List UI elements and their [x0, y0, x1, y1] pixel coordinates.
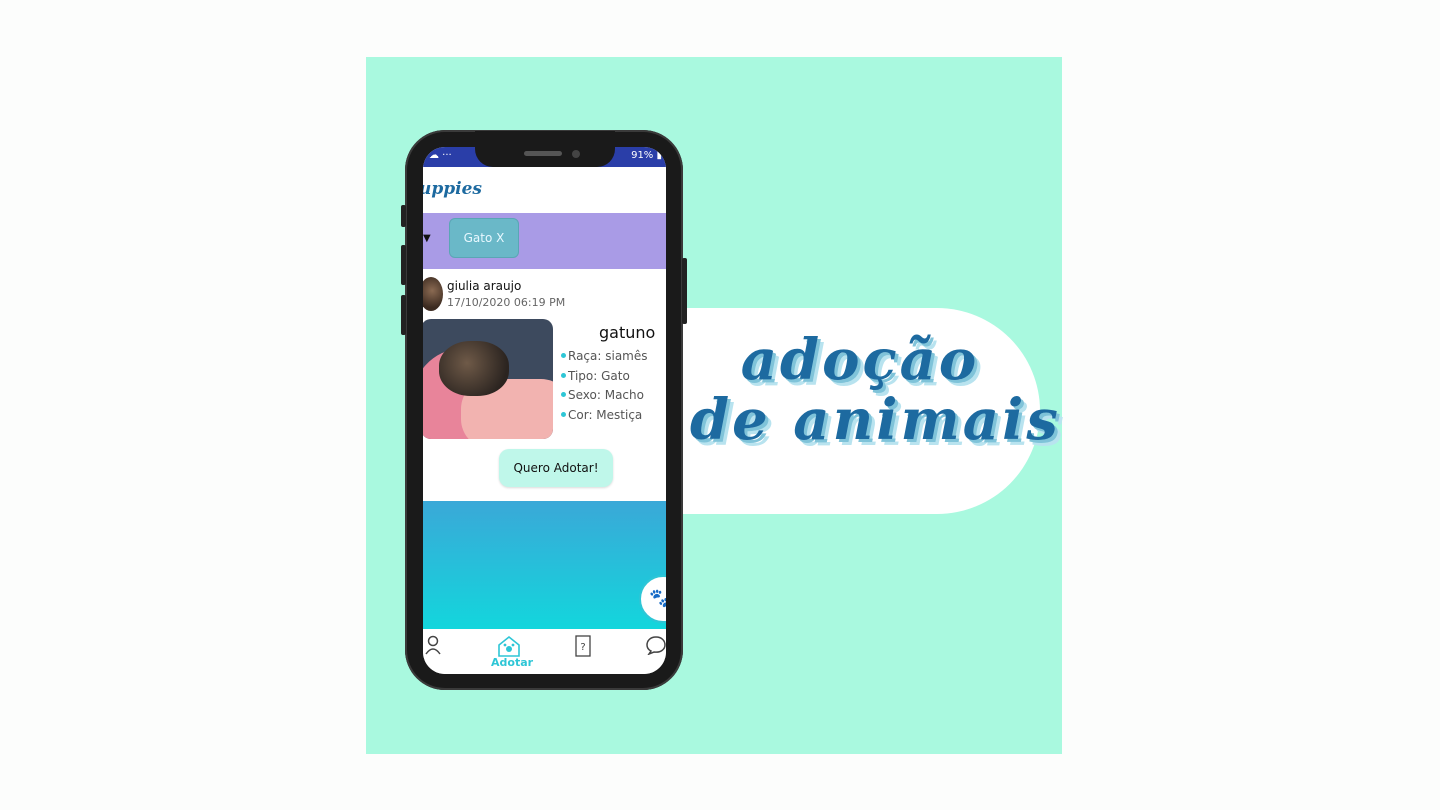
profile-icon[interactable]: [425, 635, 441, 660]
pet-attribute-color: Cor: Mestiça: [561, 406, 648, 426]
post-date: 17/10/2020 06:19 PM: [447, 296, 566, 309]
svg-text:?: ?: [580, 642, 585, 653]
banner-title: adoção de animais: [690, 327, 1061, 453]
pet-photo-cat: [439, 341, 509, 396]
filter-dropdown-icon[interactable]: ▼: [423, 233, 431, 244]
phone-speaker: [524, 151, 562, 156]
status-right: 91% ▮: [631, 150, 662, 161]
phone-camera: [572, 150, 580, 158]
adoption-post-card: giulia araujo 17/10/2020 06:19 PM gatuno…: [423, 269, 666, 501]
avatar[interactable]: [423, 277, 443, 311]
post-username: giulia araujo: [447, 279, 522, 293]
filter-chip-gato[interactable]: Gato X: [449, 218, 519, 258]
filter-bar: ▼ Gato X: [423, 213, 666, 269]
phone-screen: ☁ ··· 91% ▮ uppies ▼ Gato X giulia arauj…: [423, 147, 666, 674]
pet-attribute-breed: Raça: siamês: [561, 347, 648, 367]
banner-line-1: adoção: [740, 327, 980, 393]
bottom-nav: Adotar ?: [423, 629, 666, 674]
app-logo: uppies: [423, 179, 482, 199]
phone-button-volume-down: [401, 295, 406, 335]
phone-notch: [475, 131, 615, 167]
phone-button-mute: [401, 205, 406, 227]
pet-attribute-sex: Sexo: Macho: [561, 386, 648, 406]
pet-attributes: Raça: siamês Tipo: Gato Sexo: Macho Cor:…: [561, 347, 648, 425]
adopt-button[interactable]: Quero Adotar!: [499, 449, 613, 487]
chat-icon[interactable]: [645, 635, 666, 660]
pet-name: gatuno: [599, 323, 656, 342]
phone-button-power: [682, 258, 687, 324]
pet-photo[interactable]: [423, 319, 553, 439]
pet-attribute-type: Tipo: Gato: [561, 367, 648, 387]
app-bar: uppies: [423, 167, 666, 214]
status-left: ☁ ···: [429, 150, 452, 161]
question-icon[interactable]: ?: [575, 635, 591, 662]
banner-line-2: de animais: [690, 387, 1061, 453]
phone-button-volume-up: [401, 245, 406, 285]
feed-background: [423, 501, 666, 629]
nav-label-adotar[interactable]: Adotar: [491, 656, 533, 669]
